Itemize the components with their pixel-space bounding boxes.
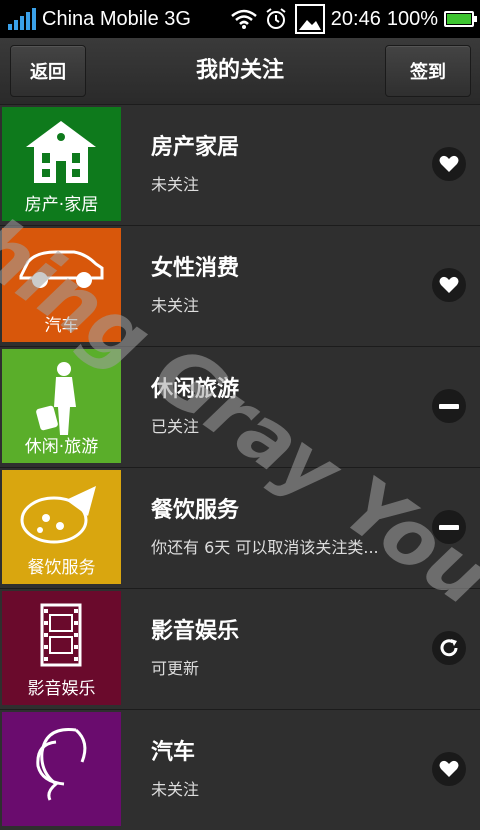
tile-label: 影音娱乐 <box>27 679 96 699</box>
category-title: 休闲旅游 <box>151 377 240 402</box>
unfollow-button[interactable] <box>432 389 466 423</box>
unfollow-button[interactable] <box>432 510 466 544</box>
list-item[interactable]: 汽车 女性消费 未关注 <box>0 225 480 346</box>
alarm-icon <box>263 6 289 32</box>
carrier-label: China Mobile 3G <box>42 7 191 30</box>
follow-heart-button[interactable] <box>432 268 466 302</box>
signal-icon <box>8 8 36 30</box>
tile-label: 房产·家居 <box>24 195 99 215</box>
follow-status: 你还有 6天 可以取消该关注类... <box>151 538 379 557</box>
heart-icon <box>439 155 459 173</box>
category-title: 餐饮服务 <box>151 498 240 523</box>
follow-status: 已关注 <box>151 417 200 436</box>
battery-icon <box>444 11 477 27</box>
list-item[interactable]: 休闲·旅游 休闲旅游 已关注 <box>0 346 480 467</box>
category-tile: 房产·家居 <box>2 107 121 221</box>
tile-label: 汽车 <box>44 316 79 336</box>
heart-icon <box>439 276 459 294</box>
battery-percent: 100% <box>386 7 438 30</box>
list-item[interactable]: 汽车 未关注 <box>0 709 480 830</box>
category-tile: 餐饮服务 <box>2 470 121 584</box>
category-list: 房产·家居 房产家居 未关注 汽车 女性消费 未关注 休闲·旅游 休闲旅游 已关… <box>0 104 480 830</box>
minus-icon <box>439 403 459 409</box>
category-tile <box>2 712 121 826</box>
list-item[interactable]: 影音娱乐 影音娱乐 可更新 <box>0 588 480 709</box>
title-bar: 我的关注 返回 签到 <box>0 38 480 105</box>
tile-label: 餐饮服务 <box>27 558 96 578</box>
follow-heart-button[interactable] <box>432 752 466 786</box>
category-title: 汽车 <box>151 740 196 765</box>
list-item[interactable]: 餐饮服务 餐饮服务 你还有 6天 可以取消该关注类... <box>0 467 480 588</box>
wifi-icon <box>230 6 257 32</box>
category-title: 女性消费 <box>151 256 240 281</box>
follow-status: 可更新 <box>151 659 200 678</box>
category-tile: 休闲·旅游 <box>2 349 121 463</box>
category-title: 房产家居 <box>151 135 240 160</box>
heart-icon <box>439 760 459 778</box>
follow-heart-button[interactable] <box>432 147 466 181</box>
list-item[interactable]: 房产·家居 房产家居 未关注 <box>0 104 480 225</box>
minus-icon <box>439 524 459 530</box>
follow-status: 未关注 <box>151 296 200 315</box>
back-button[interactable]: 返回 <box>10 45 86 97</box>
category-title: 影音娱乐 <box>151 619 240 644</box>
image-icon <box>294 4 325 34</box>
clock-label: 20:46 <box>330 7 381 30</box>
category-tile: 汽车 <box>2 228 121 342</box>
follow-status: 未关注 <box>151 175 200 194</box>
refresh-icon <box>438 637 460 659</box>
category-tile: 影音娱乐 <box>2 591 121 705</box>
follow-status: 未关注 <box>151 780 200 799</box>
status-bar: China Mobile 3G 20:46 100% <box>0 0 480 38</box>
checkin-button[interactable]: 签到 <box>385 45 471 97</box>
refresh-button[interactable] <box>432 631 466 665</box>
